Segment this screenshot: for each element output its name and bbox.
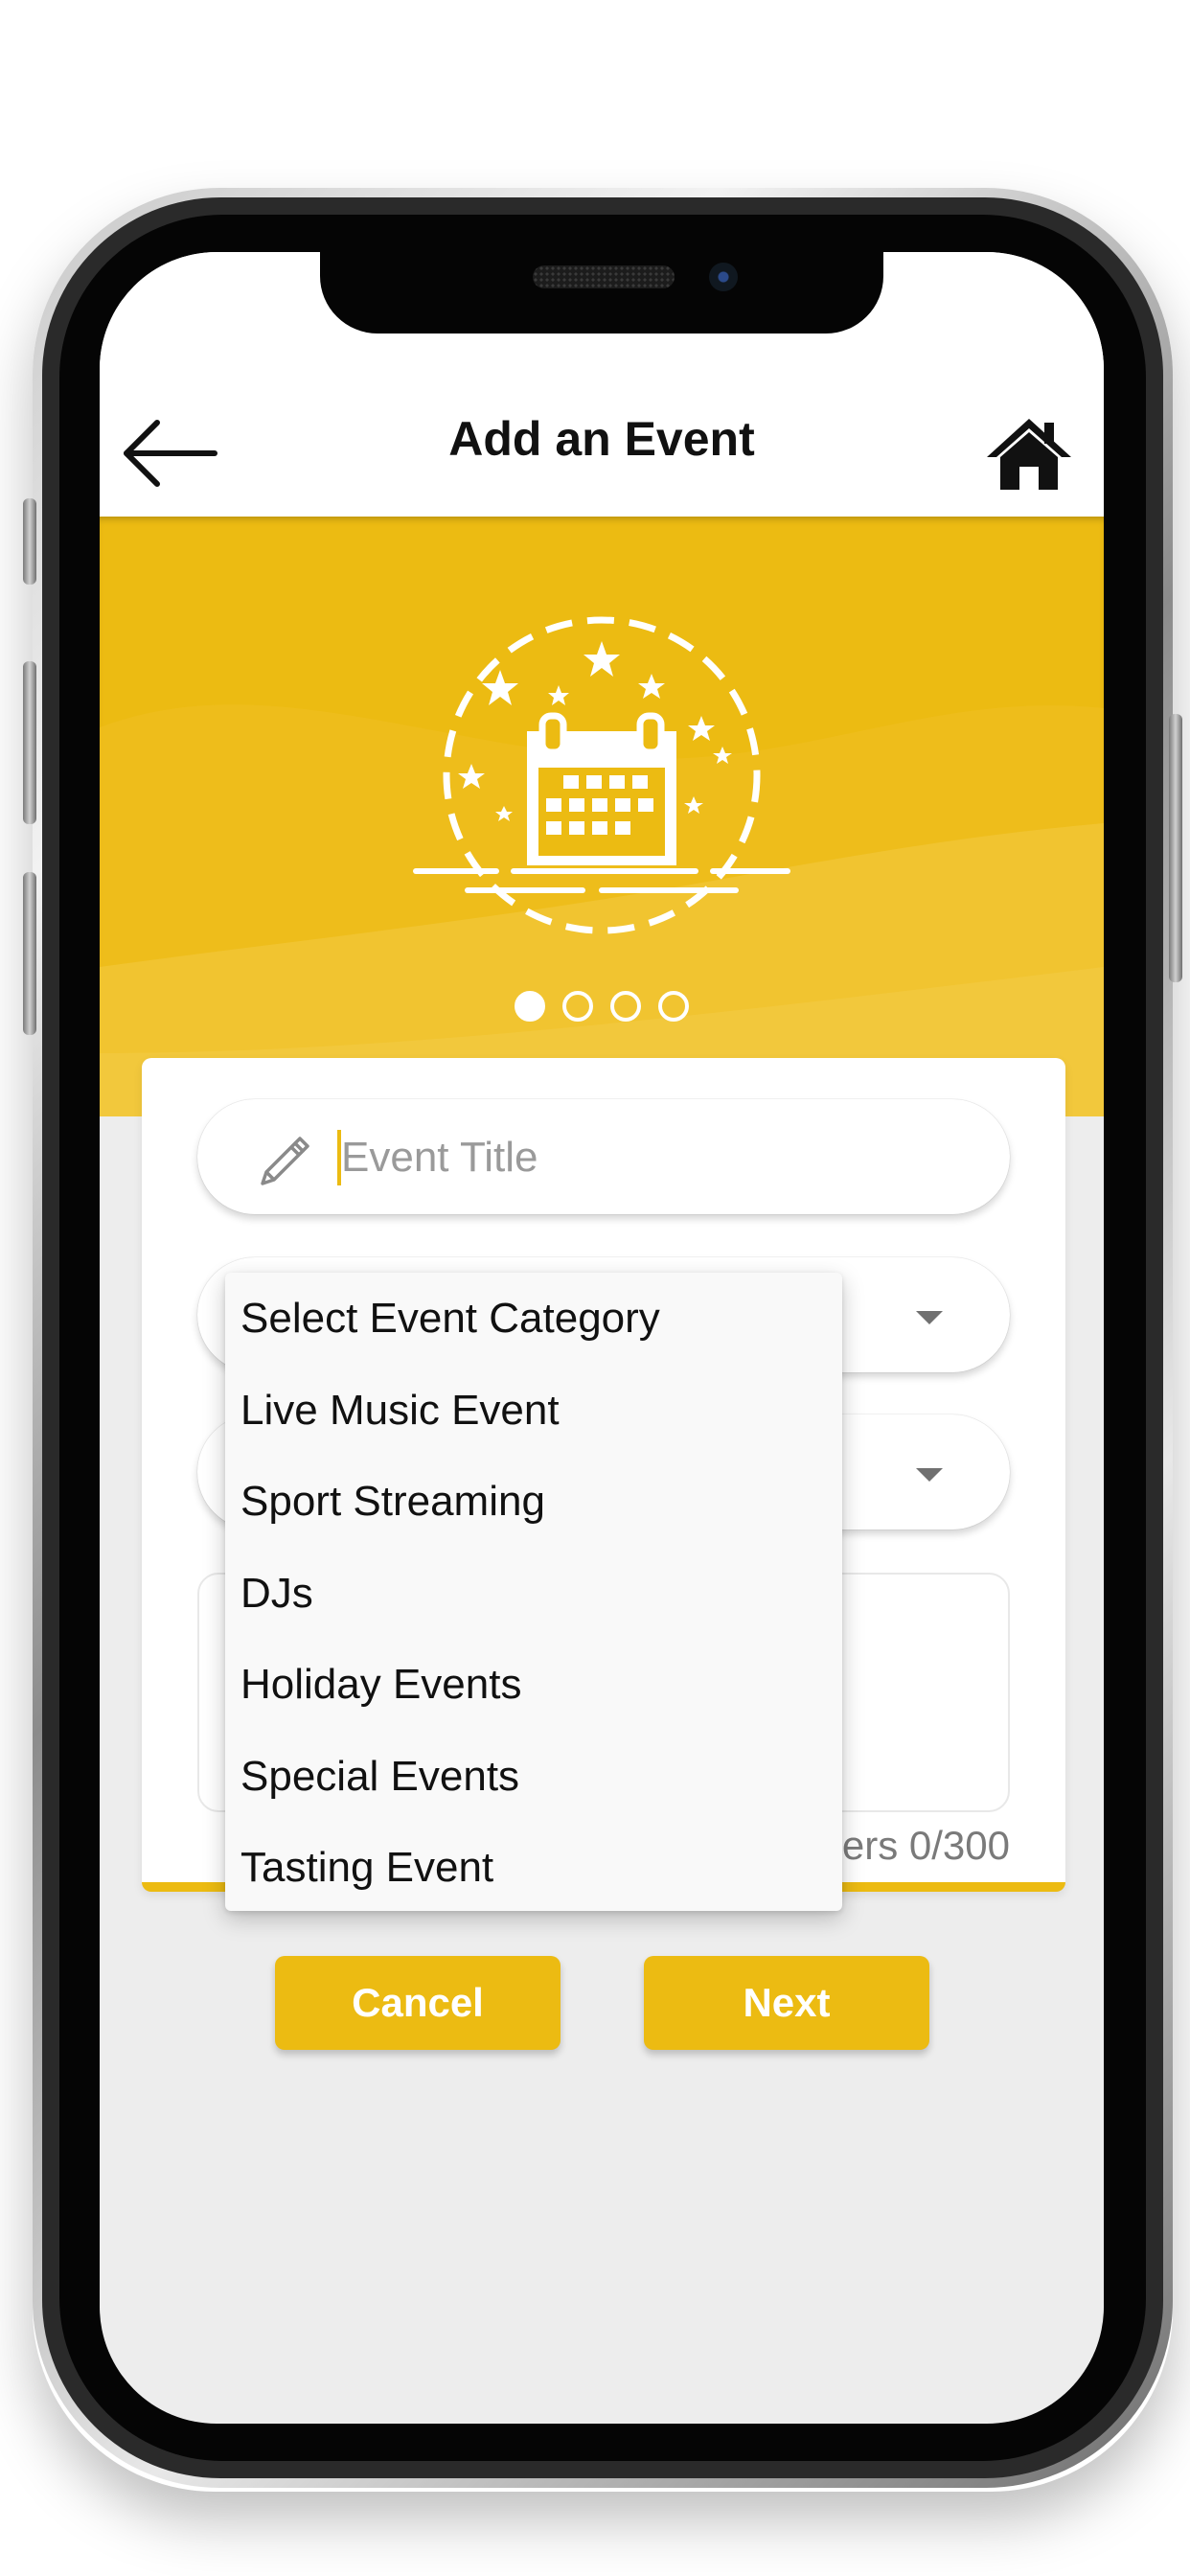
- category-dropdown-menu: Select Event Category Live Music Event S…: [225, 1273, 842, 1911]
- menu-item-special-events[interactable]: Special Events: [225, 1731, 842, 1823]
- page-title: Add an Event: [448, 412, 755, 466]
- earpiece-speaker: [533, 265, 675, 288]
- app-screen: Add an Event Event Title ers 0/300 Selec…: [100, 252, 1104, 2424]
- caret-down-icon: [916, 1468, 943, 1482]
- pencil-icon: [261, 1137, 309, 1185]
- pager-dot-1[interactable]: [515, 991, 545, 1022]
- home-button[interactable]: [981, 405, 1077, 501]
- event-title-field[interactable]: [197, 1099, 1010, 1214]
- menu-item-holiday-events[interactable]: Holiday Events: [225, 1639, 842, 1731]
- menu-item-djs[interactable]: DJs: [225, 1548, 842, 1640]
- event-title-input[interactable]: [341, 1124, 964, 1191]
- menu-item-select-event-category[interactable]: Select Event Category: [225, 1273, 842, 1365]
- menu-item-tasting-event[interactable]: Tasting Event: [225, 1822, 842, 1914]
- front-camera: [709, 263, 738, 291]
- hero-banner: [100, 517, 1104, 1116]
- volume-down-button: [23, 872, 36, 1035]
- cancel-button[interactable]: Cancel: [275, 1956, 561, 2050]
- volume-up-button: [23, 661, 36, 824]
- screenshot-stage: Add an Event Event Title ers 0/300 Selec…: [0, 0, 1190, 2576]
- carousel-pager: [100, 991, 1104, 1022]
- menu-item-live-music-event[interactable]: Live Music Event: [225, 1365, 842, 1457]
- calendar-stars-icon: [413, 616, 790, 934]
- pager-dot-3[interactable]: [610, 991, 641, 1022]
- next-button[interactable]: Next: [644, 1956, 929, 2050]
- menu-item-sport-streaming[interactable]: Sport Streaming: [225, 1456, 842, 1548]
- character-counter: ers 0/300: [841, 1823, 1010, 1868]
- power-button: [1169, 714, 1182, 982]
- home-icon: [987, 419, 1071, 490]
- pager-dot-4[interactable]: [658, 991, 689, 1022]
- pager-dot-2[interactable]: [562, 991, 593, 1022]
- caret-down-icon: [916, 1311, 943, 1324]
- silent-switch: [23, 498, 36, 585]
